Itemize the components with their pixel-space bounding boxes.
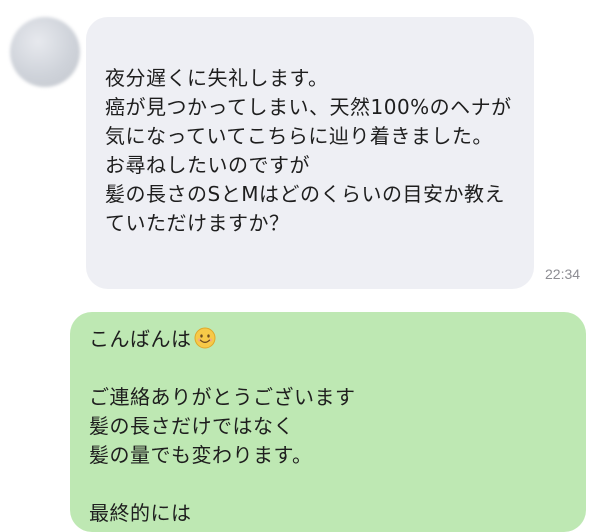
incoming-message-bubble[interactable]: 夜分遅くに失礼します。 癌が見つかってしまい、天然100%のヘナが気になっていて…: [86, 17, 534, 289]
outgoing-message-bubble[interactable]: こんばんは ご連絡ありがとうございます 髪の長さだけではなく 髪の量でも変わりま…: [70, 312, 586, 532]
smiling-face-emoji-icon: [194, 327, 215, 349]
outgoing-message-text: ご連絡ありがとうございます 髪の長さだけではなく 髪の量でも変わります。 最終的…: [89, 385, 356, 525]
incoming-message-text: 夜分遅くに失礼します。 癌が見つかってしまい、天然100%のヘナが気になっていて…: [105, 66, 512, 235]
sender-avatar[interactable]: [10, 17, 80, 87]
message-timestamp: 22:34: [545, 266, 581, 282]
outgoing-greeting-text: こんばんは: [89, 327, 192, 351]
